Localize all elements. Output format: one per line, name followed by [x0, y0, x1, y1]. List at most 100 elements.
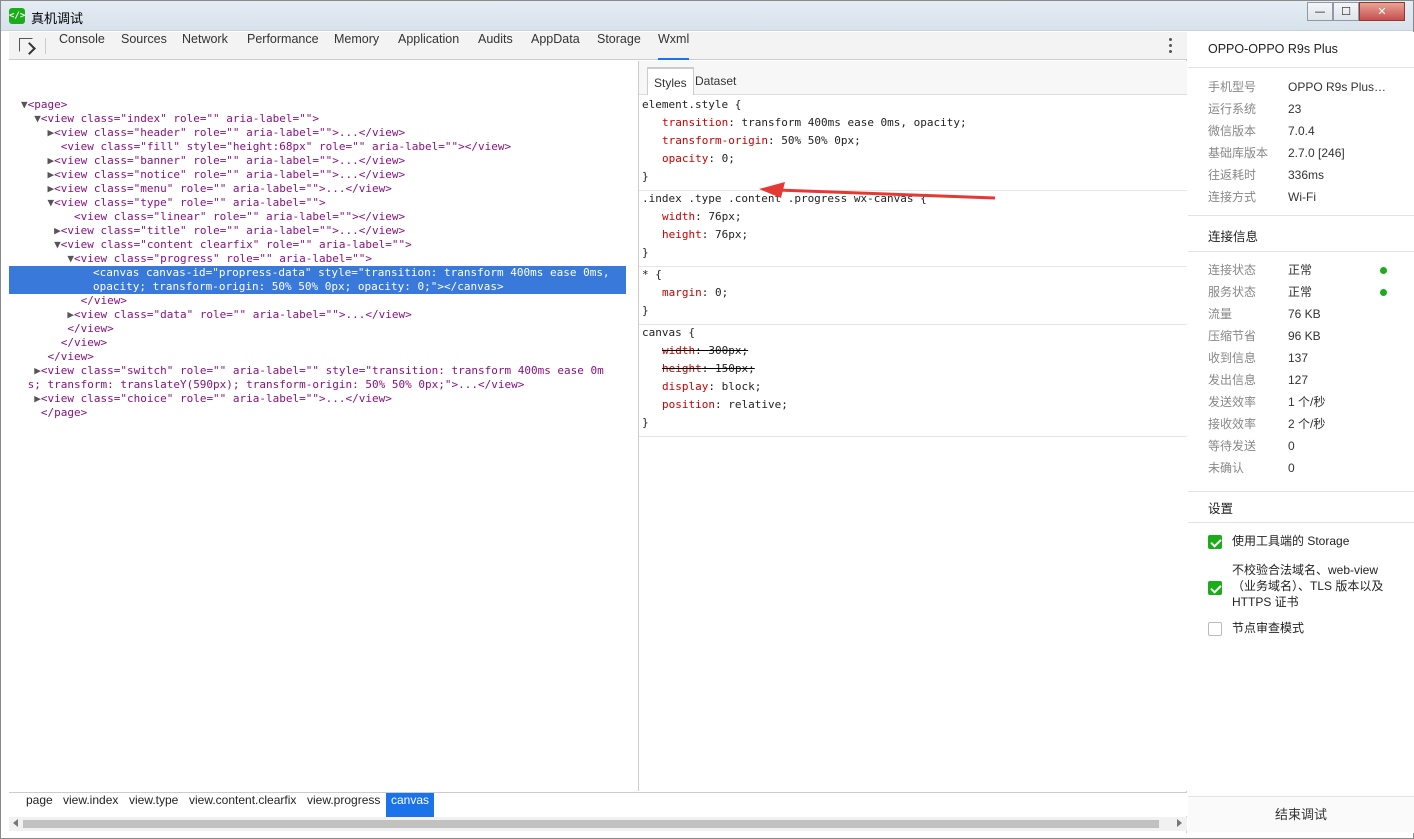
style-declaration[interactable]: margin: 0;	[662, 286, 728, 300]
device-panel: OPPO-OPPO R9s Plus 连接信息 设置 结束调试 手机型号 OPPO…	[1188, 32, 1414, 833]
end-debug-button[interactable]: 结束调试	[1188, 796, 1414, 832]
tab-wxml[interactable]: Wxml	[658, 32, 690, 60]
style-property-name: opacity	[662, 152, 709, 165]
tree-node[interactable]: ▶<view class="menu" role="" aria-label="…	[21, 182, 391, 196]
tree-node[interactable]: </view>	[21, 350, 94, 364]
conn-value: 正常	[1288, 285, 1313, 299]
collapse-triangle-icon[interactable]: ▼	[21, 238, 61, 251]
breadcrumb-view-content[interactable]: view.content.clearfix	[184, 793, 301, 817]
breadcrumb-page[interactable]: page	[21, 793, 58, 817]
collapse-triangle-icon[interactable]: ▼	[21, 112, 41, 125]
scroll-right-icon[interactable]	[1177, 819, 1182, 827]
scrollbar-thumb[interactable]	[23, 820, 1159, 828]
tree-node[interactable]: ▼<view class="index" role="" aria-label=…	[21, 112, 319, 126]
maximize-button[interactable]: ☐	[1333, 2, 1359, 21]
style-colon: :	[695, 210, 709, 223]
annotation-arrow	[759, 182, 996, 200]
tree-node[interactable]: ▶<view class="switch" role="" aria-label…	[21, 364, 604, 378]
tree-node-markup: <view class="header" role="" aria-label=…	[54, 126, 406, 139]
tree-node[interactable]: ▼<view class="type" role="" aria-label="…	[21, 196, 325, 210]
tree-node[interactable]: </page>	[21, 406, 87, 420]
style-declaration[interactable]: width: 76px;	[662, 210, 742, 224]
setting-checkbox[interactable]	[1208, 581, 1222, 595]
expand-triangle-icon[interactable]: ▶	[21, 308, 74, 321]
tree-node[interactable]: ▶<view class="data" role="" aria-label="…	[21, 308, 411, 322]
tree-node[interactable]: </view>	[21, 322, 113, 336]
more-menu-icon[interactable]	[1169, 38, 1173, 54]
tab-console[interactable]: Console	[59, 32, 105, 60]
tab-memory[interactable]: Memory	[334, 32, 379, 60]
tree-node[interactable]: </view>	[21, 336, 107, 350]
expand-triangle-icon[interactable]: ▶	[21, 224, 61, 237]
tree-node[interactable]: <view class="linear" role="" aria-label=…	[21, 210, 405, 224]
tree-node[interactable]: ▶<view class="title" role="" aria-label=…	[21, 224, 405, 238]
style-declaration[interactable]: width: 300px;	[662, 344, 748, 358]
breadcrumb-canvas[interactable]: canvas	[386, 793, 435, 817]
breadcrumb-view-index[interactable]: view.index	[58, 793, 123, 817]
device-value: 23	[1288, 102, 1302, 116]
tab-styles[interactable]: Styles	[647, 67, 694, 95]
wxml-tree: ▼<page> ▼<view class="index" role="" ari…	[9, 61, 638, 791]
device-name: OPPO-OPPO R9s Plus	[1208, 42, 1338, 56]
style-declaration[interactable]: position: relative;	[662, 398, 788, 412]
tree-node[interactable]: ▶<view class="choice" role="" aria-label…	[21, 392, 392, 406]
style-declaration[interactable]: height: 76px;	[662, 228, 748, 242]
tab-sources[interactable]: Sources	[121, 32, 167, 60]
selected-tree-node[interactable]: <canvas canvas-id="propress-data" style=…	[9, 266, 626, 294]
tree-node[interactable]: ▼<page>	[21, 98, 67, 112]
tab-appdata[interactable]: AppData	[531, 32, 580, 60]
tab-audits[interactable]: Audits	[478, 32, 513, 60]
minimize-button[interactable]: —	[1307, 2, 1333, 21]
tree-node-markup: </view>	[47, 350, 94, 363]
close-button[interactable]: ✕	[1359, 2, 1405, 21]
collapse-triangle-icon[interactable]: ▼	[21, 98, 28, 111]
setting-checkbox[interactable]	[1208, 622, 1222, 636]
tab-dataset[interactable]: Dataset	[689, 67, 742, 95]
tab-network[interactable]: Network	[182, 32, 228, 60]
conn-label: 发送效率	[1208, 395, 1257, 409]
expand-triangle-icon[interactable]: ▶	[21, 154, 54, 167]
setting-label: 使用工具端的 Storage	[1232, 534, 1350, 548]
tree-node[interactable]: ▼<view class="content clearfix" role="" …	[21, 238, 412, 252]
conn-value: 137	[1288, 351, 1309, 365]
expand-triangle-icon[interactable]: ▶	[21, 182, 54, 195]
tree-node[interactable]: s; transform: translateY(590px); transfo…	[21, 378, 525, 392]
tree-node[interactable]: </view>	[21, 294, 127, 308]
status-dot-icon	[1380, 267, 1387, 274]
breadcrumb-view-type[interactable]: view.type	[124, 793, 183, 817]
tree-node-markup: <view class="linear" role="" aria-label=…	[73, 210, 406, 223]
device-value: 336ms	[1288, 168, 1325, 182]
tree-node-markup: <view class="switch" role="" aria-label=…	[40, 364, 604, 377]
tree-node[interactable]: ▼<view class="progress" role="" aria-lab…	[21, 252, 372, 266]
style-declaration[interactable]: height: 150px;	[662, 362, 755, 376]
tree-node[interactable]: ▶<view class="header" role="" aria-label…	[21, 126, 405, 140]
conn-label: 压缩节省	[1208, 329, 1257, 343]
horizontal-scrollbar[interactable]	[9, 817, 1187, 831]
expand-triangle-icon[interactable]: ▶	[21, 126, 54, 139]
style-declaration[interactable]: opacity: 0;	[662, 152, 735, 166]
conn-value: 76 KB	[1288, 307, 1321, 321]
tree-node[interactable]: ▶<view class="notice" role="" aria-label…	[21, 168, 405, 182]
tree-node[interactable]: <view class="fill" style="height:68px" r…	[21, 140, 511, 154]
scroll-left-icon[interactable]	[13, 819, 18, 827]
title-bar: </> 真机调试 — ☐ ✕	[1, 1, 1413, 31]
collapse-triangle-icon[interactable]: ▼	[21, 252, 74, 265]
tab-performance[interactable]: Performance	[247, 32, 319, 60]
style-declaration[interactable]: transition: transform 400ms ease 0ms, op…	[662, 116, 967, 130]
tree-node[interactable]: ▶<view class="banner" role="" aria-label…	[21, 154, 405, 168]
style-declaration[interactable]: transform-origin: 50% 50% 0px;	[662, 134, 861, 148]
conn-label: 未确认	[1208, 461, 1245, 475]
style-colon: :	[767, 134, 782, 147]
tab-application[interactable]: Application	[398, 32, 459, 60]
style-declaration[interactable]: display: block;	[662, 380, 761, 394]
collapse-triangle-icon[interactable]: ▼	[21, 196, 54, 209]
breadcrumb-view-progress[interactable]: view.progress	[302, 793, 385, 817]
tab-storage[interactable]: Storage	[597, 32, 641, 60]
expand-triangle-icon[interactable]: ▶	[21, 364, 41, 377]
setting-checkbox[interactable]	[1208, 535, 1222, 549]
expand-triangle-icon[interactable]: ▶	[21, 392, 41, 405]
expand-triangle-icon[interactable]: ▶	[21, 168, 54, 181]
conn-row: 未确认 0	[1208, 457, 1398, 479]
inspect-element-icon[interactable]	[19, 38, 33, 52]
